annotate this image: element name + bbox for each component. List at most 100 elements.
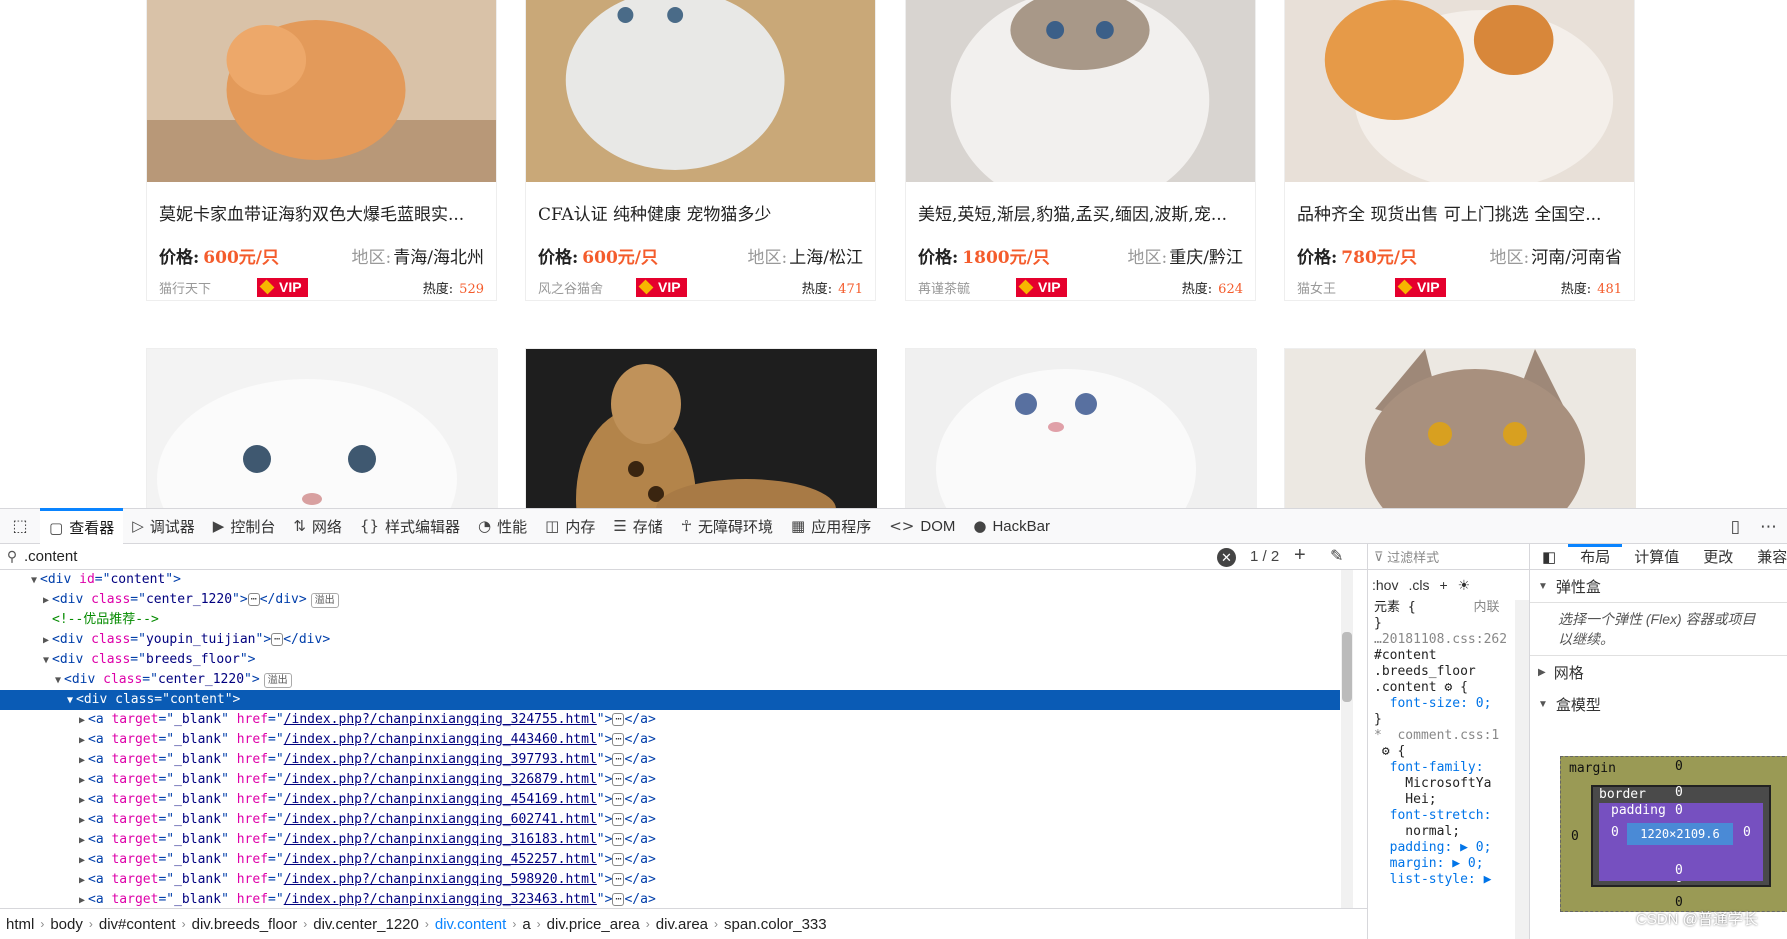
- css-rule-line[interactable]: MicrosoftYa: [1368, 776, 1529, 792]
- product-card[interactable]: 品种齐全 现货出售 可上门挑选 全国空... 价格: 780元/只 地区: 河南/河…: [1284, 0, 1635, 301]
- expand-icon[interactable]: ▶: [76, 851, 88, 871]
- expand-icon[interactable]: ▶: [40, 591, 52, 611]
- tab-hackbar[interactable]: ● HackBar: [964, 508, 1059, 544]
- href-link[interactable]: /index.php?/chanpinxiangqing_602741.html: [284, 812, 597, 827]
- product-card[interactable]: [525, 348, 877, 508]
- collapse-icon[interactable]: ▼: [52, 671, 64, 691]
- tab-compat[interactable]: 兼容: [1745, 546, 1787, 567]
- collapsed-children-button[interactable]: ⋯: [612, 713, 625, 726]
- box-model-border[interactable]: border 0 0 padding 0 0 0 0 1220×2109.6: [1591, 785, 1771, 887]
- collapsed-children-button[interactable]: ⋯: [271, 633, 284, 646]
- tree-scrollbar[interactable]: [1341, 570, 1353, 908]
- css-rule-line[interactable]: #content: [1368, 648, 1529, 664]
- seller-name[interactable]: 苒谨茶毓: [918, 278, 1016, 297]
- tab-computed[interactable]: 计算值: [1622, 546, 1691, 567]
- css-rule-line[interactable]: list-style: ▶: [1368, 872, 1529, 888]
- element-picker-icon[interactable]: ⬚: [0, 508, 40, 544]
- cat-photo[interactable]: [147, 0, 496, 182]
- seller-name[interactable]: 风之谷猫舍: [538, 278, 636, 297]
- dom-tree[interactable]: ▼ <div id="content"> ▶ <div class="center_1…: [0, 570, 1340, 908]
- expand-icon[interactable]: ▶: [40, 631, 52, 651]
- product-card[interactable]: CFA认证 纯种健康 宠物猫多少 价格: 600元/只 地区: 上海/松江 风之谷猫…: [525, 0, 876, 301]
- breadcrumb-item[interactable]: div.breeds_floor: [186, 916, 304, 933]
- html-search-input[interactable]: [24, 548, 1124, 565]
- tab-inspector[interactable]: ▢ 查看器: [40, 508, 124, 544]
- dom-node[interactable]: <!--优品推荐-->: [0, 610, 1340, 630]
- css-rule-line[interactable]: …20181108.css:262: [1368, 632, 1529, 648]
- dom-node[interactable]: ▶ <a target="_blank" href="/index.php?/ch…: [0, 830, 1340, 850]
- collapsed-children-button[interactable]: ⋯: [612, 853, 625, 866]
- cat-photo[interactable]: [906, 349, 1257, 508]
- expand-icon[interactable]: ▶: [76, 791, 88, 811]
- overflow-badge[interactable]: 溢出: [263, 673, 292, 688]
- border-top[interactable]: 0: [1675, 785, 1683, 800]
- split-panel-icon[interactable]: ◧: [1530, 548, 1568, 566]
- expand-icon[interactable]: ▶: [76, 771, 88, 791]
- cat-photo[interactable]: [1285, 349, 1636, 508]
- tab-dom[interactable]: <> DOM: [880, 508, 964, 544]
- add-node-icon[interactable]: +: [1294, 544, 1306, 567]
- href-link[interactable]: /index.php?/chanpinxiangqing_316183.html: [284, 832, 597, 847]
- dom-node[interactable]: ▼ <div class="breeds_floor">: [0, 650, 1340, 670]
- breadcrumb-item[interactable]: div.area: [650, 916, 714, 933]
- padding-left[interactable]: 0: [1611, 825, 1619, 840]
- product-title[interactable]: 莫妮卡家血带证海豹双色大爆毛蓝眼实...: [147, 199, 496, 231]
- css-rule-line[interactable]: font-size: 0;: [1368, 696, 1529, 712]
- add-rule-icon[interactable]: +: [1439, 577, 1447, 593]
- cat-photo[interactable]: [906, 0, 1255, 182]
- css-rule-line[interactable]: .breeds_floor: [1368, 664, 1529, 680]
- boxmodel-section[interactable]: ▼ 盒模型: [1530, 688, 1787, 720]
- breadcrumb-item[interactable]: html: [0, 916, 40, 933]
- breadcrumb-item[interactable]: div.center_1220: [307, 916, 425, 933]
- expand-icon[interactable]: ▶: [76, 831, 88, 851]
- css-rule-line[interactable]: }: [1368, 616, 1529, 632]
- expand-icon[interactable]: ▶: [76, 711, 88, 731]
- product-title[interactable]: 品种齐全 现货出售 可上门挑选 全国空...: [1285, 199, 1634, 231]
- href-link[interactable]: /index.php?/chanpinxiangqing_324755.html: [284, 712, 597, 727]
- hov-toggle[interactable]: :hov: [1372, 577, 1398, 593]
- css-rule-line[interactable]: Hei;: [1368, 792, 1529, 808]
- breadcrumb-item[interactable]: span.color_333: [718, 916, 833, 933]
- breadcrumb-item[interactable]: a: [516, 916, 536, 933]
- cls-toggle[interactable]: .cls: [1408, 577, 1429, 593]
- more-options-icon[interactable]: ⋯: [1750, 517, 1787, 537]
- collapsed-children-button[interactable]: ⋯: [612, 773, 625, 786]
- light-theme-icon[interactable]: ☀: [1458, 577, 1471, 594]
- cat-photo[interactable]: [526, 0, 875, 182]
- box-model-margin[interactable]: margin 0 0 0 0 border 0 0 padding 0 0 0 …: [1560, 756, 1787, 912]
- href-link[interactable]: /index.php?/chanpinxiangqing_323463.html: [284, 892, 597, 907]
- expand-icon[interactable]: ▶: [76, 811, 88, 831]
- margin-top[interactable]: 0: [1675, 759, 1683, 774]
- responsive-mode-icon[interactable]: ▯: [1721, 517, 1750, 537]
- css-rule-line[interactable]: }: [1368, 712, 1529, 728]
- css-rule-line[interactable]: .content ⚙ {: [1368, 680, 1529, 696]
- tab-layout[interactable]: 布局: [1568, 544, 1623, 570]
- product-card[interactable]: [146, 348, 498, 508]
- collapsed-children-button[interactable]: ⋯: [612, 793, 625, 806]
- dom-node-selected[interactable]: ▼ <div class="content">: [0, 690, 1340, 710]
- collapse-icon[interactable]: ▼: [28, 571, 40, 591]
- product-title[interactable]: CFA认证 纯种健康 宠物猫多少: [526, 199, 875, 231]
- breadcrumb-item[interactable]: body: [44, 916, 89, 933]
- tab-network[interactable]: ⇅ 网络: [284, 508, 351, 544]
- dom-node[interactable]: ▶ <div class="center_1220"> ⋯ </div> 溢出: [0, 590, 1340, 610]
- tab-storage[interactable]: ☰ 存储: [604, 508, 671, 544]
- dom-node[interactable]: ▶ <a target="_blank" href="/index.php?/ch…: [0, 790, 1340, 810]
- seller-name[interactable]: 猫行天下: [159, 278, 257, 297]
- collapsed-children-button[interactable]: ⋯: [612, 833, 625, 846]
- product-card[interactable]: 美短,英短,渐层,豹猫,孟买,缅因,波斯,宠... 价格: 1800元/只 地区:…: [905, 0, 1256, 301]
- padding-right[interactable]: 0: [1743, 825, 1751, 840]
- breadcrumb-item[interactable]: div.content: [429, 916, 512, 933]
- margin-left[interactable]: 0: [1571, 829, 1579, 844]
- expand-icon[interactable]: ▶: [76, 731, 88, 751]
- href-link[interactable]: /index.php?/chanpinxiangqing_452257.html: [284, 852, 597, 867]
- rules-scrollbar[interactable]: [1515, 600, 1529, 939]
- grid-section[interactable]: ▶ 网格: [1530, 656, 1787, 688]
- box-model-padding[interactable]: padding 0 0 0 0 1220×2109.6: [1599, 803, 1763, 881]
- cat-photo[interactable]: [526, 349, 877, 508]
- tab-performance[interactable]: ◔ 性能: [469, 508, 536, 544]
- tab-accessibility[interactable]: ☥ 无障碍环境: [672, 508, 782, 544]
- dom-node[interactable]: ▶ <a target="_blank" href="/index.php?/ch…: [0, 770, 1340, 790]
- seller-name[interactable]: 猫女王: [1297, 278, 1395, 297]
- href-link[interactable]: /index.php?/chanpinxiangqing_326879.html: [284, 772, 597, 787]
